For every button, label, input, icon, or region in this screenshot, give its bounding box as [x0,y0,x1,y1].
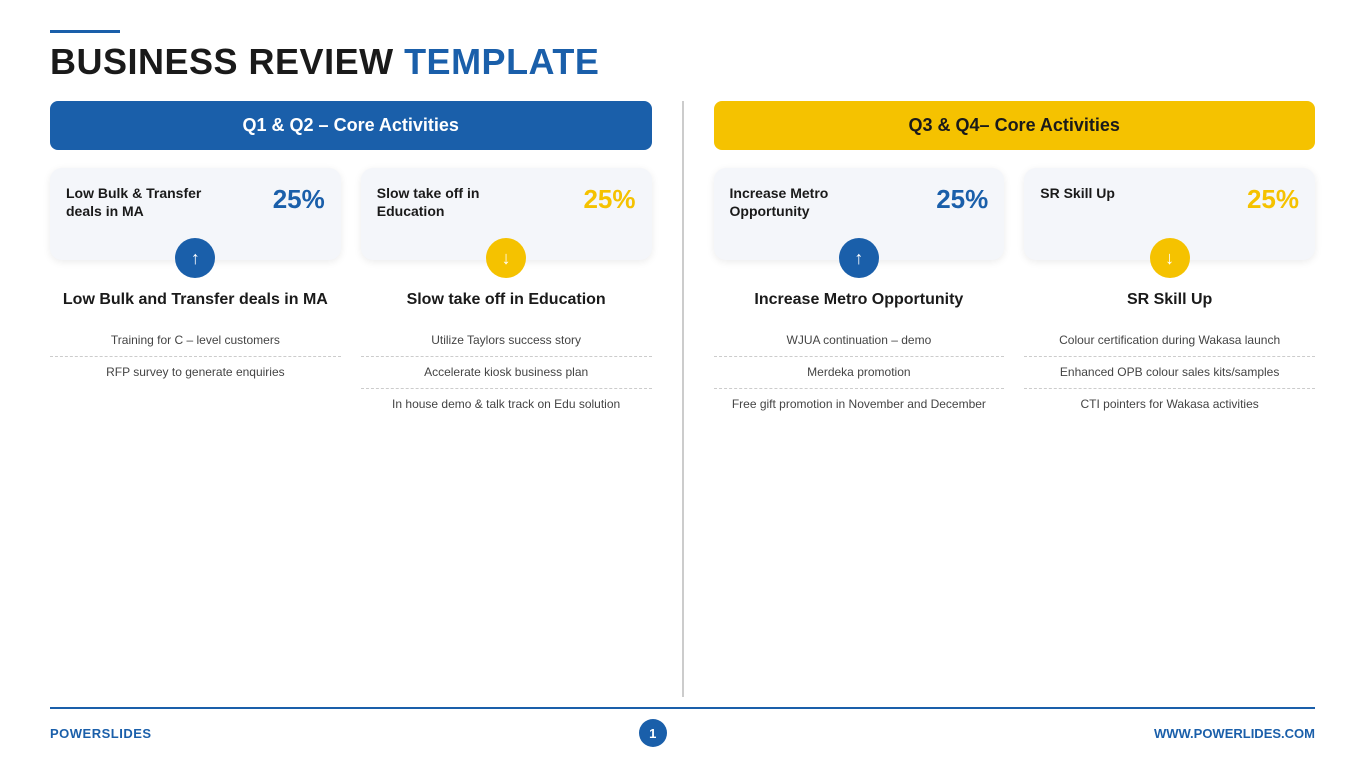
left-card-1-top: Low Bulk & Transfer deals in MA 25% [66,184,325,220]
list-item: In house demo & talk track on Edu soluti… [361,389,652,420]
left-bottom-col-2: Slow take off in Education Utilize Taylo… [361,290,652,697]
right-bullet-list-1: WJUA continuation – demo Merdeka promoti… [714,325,1005,419]
left-card-1-label: Low Bulk & Transfer deals in MA [66,184,234,220]
left-bottom-title-2: Slow take off in Education [407,290,606,311]
left-card-2-label: Slow take off in Education [377,184,545,220]
left-card-1: Low Bulk & Transfer deals in MA 25% ↑ [50,168,341,260]
main-content: Q1 & Q2 – Core Activities Low Bulk & Tra… [50,101,1315,697]
right-card-2-icon: ↓ [1150,238,1190,278]
list-item: Training for C – level customers [50,325,341,357]
list-item: RFP survey to generate enquiries [50,357,341,388]
left-card-2-top: Slow take off in Education 25% [377,184,636,220]
page-title: BUSINESS REVIEW TEMPLATE [50,41,1315,83]
list-item: Utilize Taylors success story [361,325,652,357]
left-panel: Q1 & Q2 – Core Activities Low Bulk & Tra… [50,101,684,697]
title-black: BUSINESS REVIEW [50,41,404,82]
page-container: BUSINESS REVIEW TEMPLATE Q1 & Q2 – Core … [0,0,1365,767]
left-card-1-icon: ↑ [175,238,215,278]
right-bottom-row: Increase Metro Opportunity WJUA continua… [714,290,1316,697]
list-item: WJUA continuation – demo [714,325,1005,357]
title-blue: TEMPLATE [404,41,599,82]
right-card-1-label: Increase Metro Opportunity [730,184,898,220]
right-panel-header: Q3 & Q4– Core Activities [714,101,1316,150]
right-card-2-top: SR Skill Up 25% [1040,184,1299,215]
right-card-1-icon: ↑ [839,238,879,278]
header: BUSINESS REVIEW TEMPLATE [50,30,1315,83]
right-bottom-col-1: Increase Metro Opportunity WJUA continua… [714,290,1005,697]
left-card-2: Slow take off in Education 25% ↓ [361,168,652,260]
header-accent-line [50,30,120,33]
left-panel-header: Q1 & Q2 – Core Activities [50,101,652,150]
footer-brand-black: POWER [50,726,102,741]
footer-page-number: 1 [639,719,667,747]
left-card-2-percent: 25% [583,184,635,215]
left-bottom-col-1: Low Bulk and Transfer deals in MA Traini… [50,290,341,697]
list-item: Colour certification during Wakasa launc… [1024,325,1315,357]
list-item: Merdeka promotion [714,357,1005,389]
right-card-2: SR Skill Up 25% ↓ [1024,168,1315,260]
left-bullet-list-2: Utilize Taylors success story Accelerate… [361,325,652,419]
right-panel: Q3 & Q4– Core Activities Increase Metro … [714,101,1316,697]
list-item: Enhanced OPB colour sales kits/samples [1024,357,1315,389]
list-item: CTI pointers for Wakasa activities [1024,389,1315,420]
left-card-2-icon: ↓ [486,238,526,278]
left-cards-row: Low Bulk & Transfer deals in MA 25% ↑ Sl… [50,168,652,260]
left-bullet-list-1: Training for C – level customers RFP sur… [50,325,341,388]
footer-brand: POWERSLIDES [50,726,152,741]
right-bottom-title-2: SR Skill Up [1127,290,1212,311]
right-bottom-col-2: SR Skill Up Colour certification during … [1024,290,1315,697]
right-bullet-list-2: Colour certification during Wakasa launc… [1024,325,1315,419]
right-cards-row: Increase Metro Opportunity 25% ↑ SR Skil… [714,168,1316,260]
list-item: Free gift promotion in November and Dece… [714,389,1005,420]
right-card-1-top: Increase Metro Opportunity 25% [730,184,989,220]
right-card-2-percent: 25% [1247,184,1299,215]
footer-brand-blue: SLIDES [102,726,152,741]
right-card-1-percent: 25% [936,184,988,215]
left-bottom-title-1: Low Bulk and Transfer deals in MA [63,290,328,311]
footer-url: WWW.POWERLIDES.COM [1154,726,1315,741]
left-card-1-percent: 25% [273,184,325,215]
footer: POWERSLIDES 1 WWW.POWERLIDES.COM [50,707,1315,747]
list-item: Accelerate kiosk business plan [361,357,652,389]
right-card-1: Increase Metro Opportunity 25% ↑ [714,168,1005,260]
left-bottom-row: Low Bulk and Transfer deals in MA Traini… [50,290,652,697]
right-card-2-label: SR Skill Up [1040,184,1115,202]
right-bottom-title-1: Increase Metro Opportunity [754,290,963,311]
